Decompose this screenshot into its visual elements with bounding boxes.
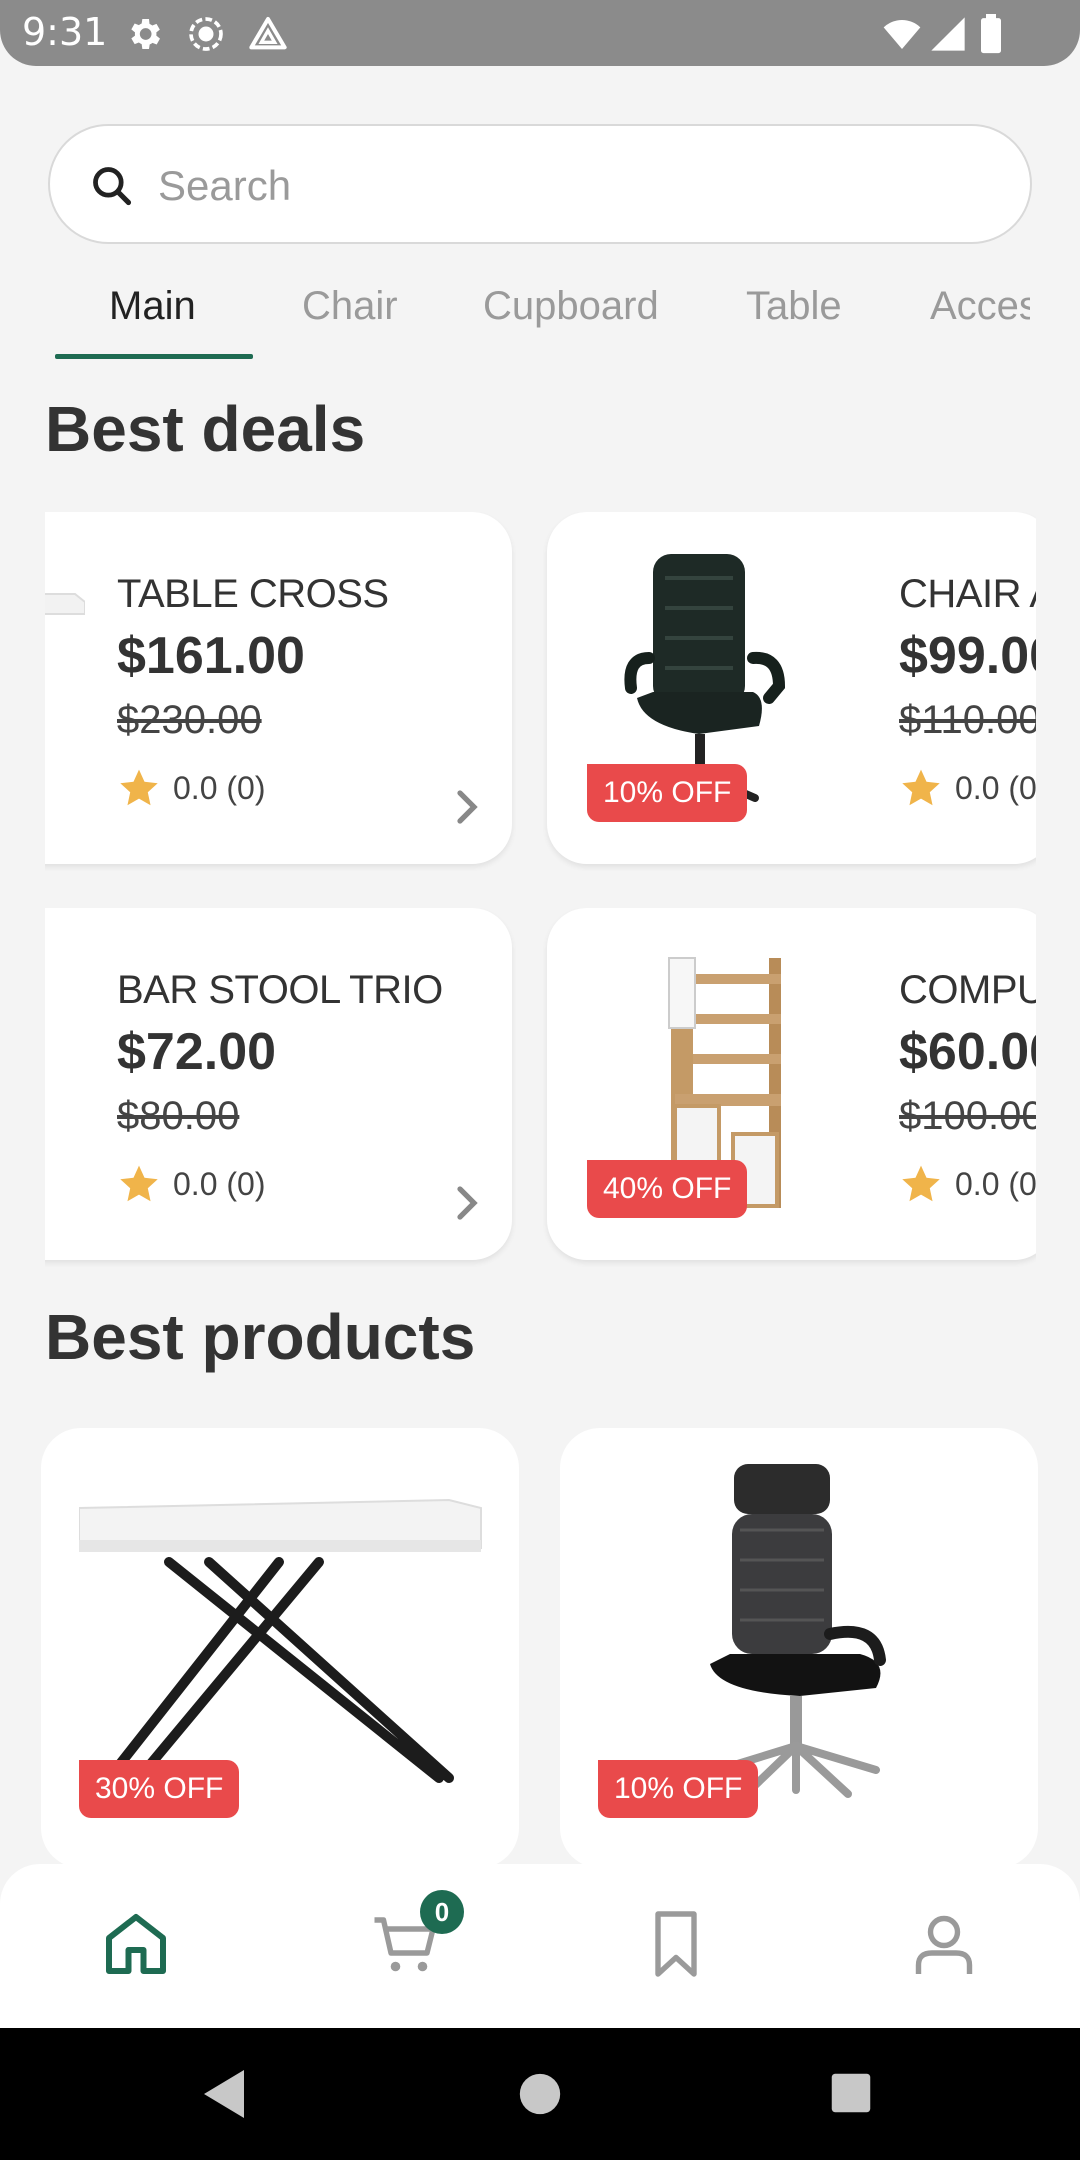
deal-card[interactable]: CHAIR A $99.00 $110.00 0.0 (0) 10% OFF	[547, 512, 1036, 864]
status-time: 9:31	[22, 10, 108, 54]
chevron-right-icon[interactable]	[451, 786, 483, 828]
star-icon	[902, 1165, 940, 1202]
rating-text: 0.0 (0)	[173, 1165, 266, 1202]
drive-icon	[249, 17, 287, 50]
deal-old-price: $80.00	[117, 1094, 240, 1138]
deal-rating: 0.0 (0)	[117, 1162, 265, 1206]
deal-old-price: $110.00	[899, 698, 1036, 742]
discount-badge: 40% OFF	[587, 1160, 748, 1218]
chevron-right-icon[interactable]	[451, 1182, 483, 1224]
deal-rating: 0.0 (0)	[117, 766, 265, 810]
battery-icon	[981, 14, 1001, 54]
deal-card[interactable]: BAR STOOL TRIO $72.00 $80.00 0.0 (0)	[45, 908, 512, 1260]
deal-card[interactable]: COMPU $60.00 $100.00 0.0 (0) 40% OFF	[547, 908, 1036, 1260]
best-products-title: Best products	[45, 1301, 476, 1373]
deal-old-price: $230.00	[117, 698, 262, 742]
product-card[interactable]: 30% OFF	[41, 1428, 519, 1868]
rating-text: 0.0 (0)	[955, 769, 1036, 806]
search-input[interactable]	[158, 146, 998, 226]
star-icon	[120, 1165, 158, 1202]
rating-text: 0.0 (0)	[955, 1165, 1036, 1202]
wifi-icon	[883, 20, 921, 49]
table-cross-image	[45, 593, 85, 615]
back-icon[interactable]	[200, 2068, 248, 2120]
deal-price: $72.00	[117, 1023, 277, 1081]
tab-table[interactable]: Table	[746, 284, 842, 329]
signal-icon	[931, 17, 965, 51]
deal-name: TABLE CROSS	[117, 572, 389, 616]
bottom-nav: 0	[0, 1864, 1080, 2028]
tab-accessories[interactable]: Acces	[930, 284, 1030, 329]
star-icon	[120, 769, 158, 806]
deal-name: CHAIR A	[899, 572, 1036, 616]
deals-row-2: BAR STOOL TRIO $72.00 $80.00 0.0 (0) COM…	[45, 908, 1036, 1278]
product-card[interactable]: 10% OFF	[560, 1428, 1038, 1868]
gear-icon	[131, 19, 160, 49]
deal-price: $99.00	[899, 627, 1036, 685]
deal-price: $161.00	[117, 627, 305, 685]
deals-row-1: TABLE CROSS $161.00 $230.00 0.0 (0) CHAI…	[45, 512, 1036, 882]
deal-price: $60.00	[899, 1023, 1036, 1081]
home-circle-icon[interactable]	[518, 2072, 562, 2116]
profile-icon[interactable]	[908, 1908, 980, 1980]
bookmark-icon[interactable]	[640, 1908, 712, 1980]
table-cross-image	[79, 1498, 482, 1783]
tab-chair[interactable]: Chair	[302, 284, 398, 329]
status-bar: 9:31	[0, 0, 1080, 66]
tab-main[interactable]: Main	[109, 284, 196, 329]
deal-name: BAR STOOL TRIO	[117, 968, 443, 1012]
deal-rating: 0.0 (0)	[899, 766, 1036, 810]
star-icon	[902, 769, 940, 806]
search-icon	[93, 167, 132, 206]
best-deals-title: Best deals	[45, 393, 366, 465]
deal-rating: 0.0 (0)	[899, 1162, 1036, 1206]
record-icon	[189, 17, 223, 51]
cart-count-badge: 0	[420, 1890, 464, 1934]
tab-active-indicator	[55, 354, 253, 359]
system-nav-bar	[0, 2028, 1080, 2160]
rating-text: 0.0 (0)	[173, 769, 266, 806]
discount-badge: 10% OFF	[598, 1760, 759, 1818]
deal-name: COMPU	[899, 968, 1036, 1012]
tab-cupboard[interactable]: Cupboard	[483, 284, 659, 329]
home-icon[interactable]	[100, 1908, 172, 1980]
recents-icon[interactable]	[830, 2072, 872, 2114]
search-bar[interactable]	[48, 124, 1032, 244]
deal-card[interactable]: TABLE CROSS $161.00 $230.00 0.0 (0)	[45, 512, 512, 864]
category-tabs: Main Chair Cupboard Table Acces	[0, 268, 1030, 364]
deal-old-price: $100.00	[899, 1094, 1036, 1138]
discount-badge: 30% OFF	[79, 1760, 240, 1818]
discount-badge: 10% OFF	[587, 764, 748, 822]
